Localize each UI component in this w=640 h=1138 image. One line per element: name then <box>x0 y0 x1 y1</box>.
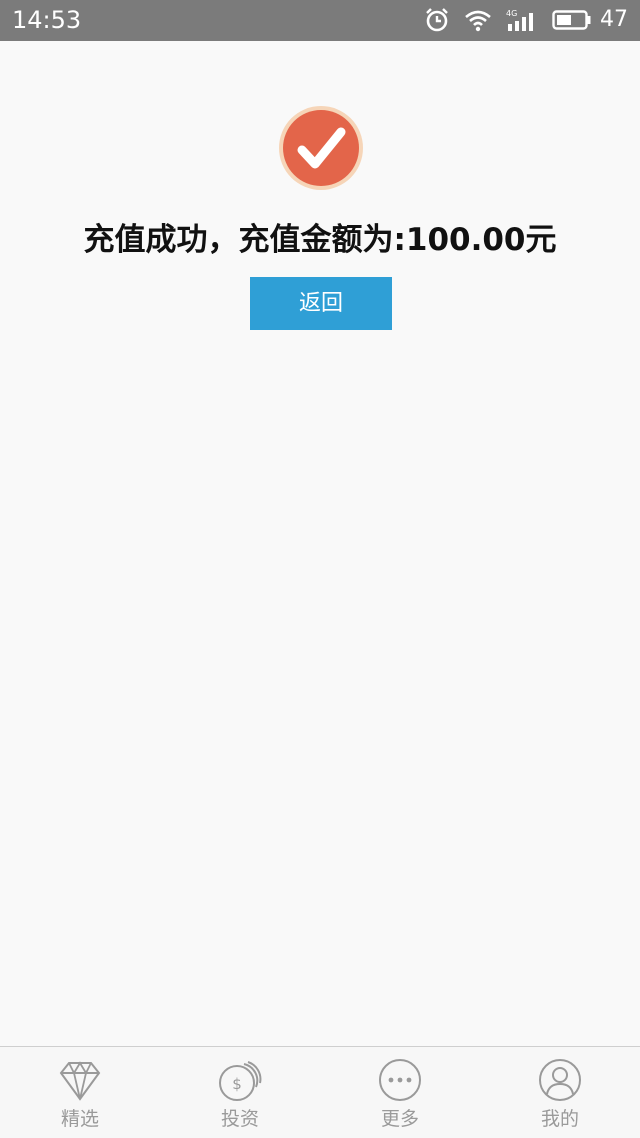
wifi-icon <box>464 8 492 32</box>
tab-more[interactable]: 更多 <box>320 1047 480 1138</box>
screen: 14:53 4G 47 充值成功，充值金额为:100.00元 返回 精选 $ 投… <box>0 0 640 1138</box>
status-icons: 4G 47 <box>410 6 628 34</box>
success-message: 充值成功，充值金额为:100.00元 <box>83 222 557 258</box>
battery-percentage: 47 <box>600 7 628 32</box>
tab-featured[interactable]: 精选 <box>0 1047 160 1138</box>
coins-icon: $ <box>217 1057 263 1103</box>
svg-text:$: $ <box>232 1075 242 1093</box>
tab-invest[interactable]: $ 投资 <box>160 1047 320 1138</box>
tab-featured-label: 精选 <box>60 1108 99 1130</box>
back-button[interactable]: 返回 <box>250 277 392 330</box>
tab-mine-label: 我的 <box>540 1108 579 1130</box>
tab-more-label: 更多 <box>380 1108 419 1130</box>
bottom-tab-bar: 精选 $ 投资 更多 我的 <box>0 1046 640 1138</box>
more-icon <box>377 1057 423 1103</box>
success-check-icon <box>277 104 365 192</box>
diamond-icon <box>57 1057 103 1103</box>
battery-icon <box>552 9 592 31</box>
alarm-icon <box>424 7 450 33</box>
user-icon <box>537 1057 583 1103</box>
tab-mine[interactable]: 我的 <box>480 1047 640 1138</box>
network-type-label: 4G <box>506 9 517 18</box>
signal-4g-icon: 4G <box>506 8 538 32</box>
status-bar: 14:53 4G 47 <box>0 0 640 41</box>
tab-invest-label: 投资 <box>220 1108 259 1130</box>
status-time: 14:53 <box>12 6 82 34</box>
